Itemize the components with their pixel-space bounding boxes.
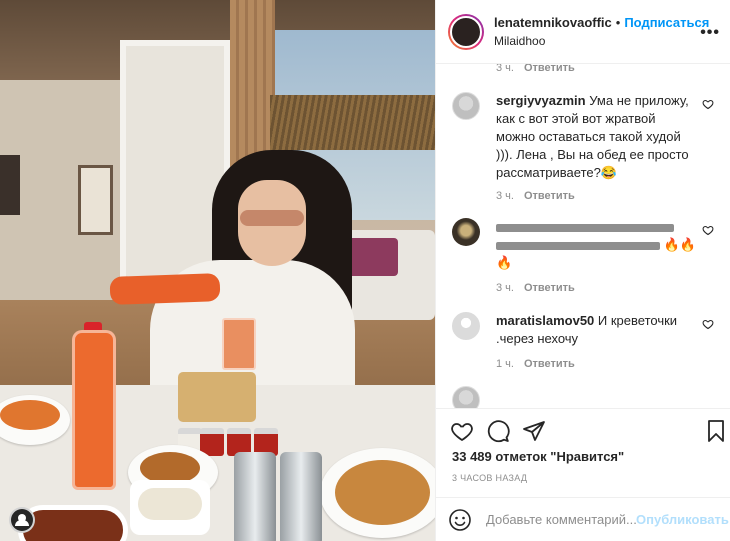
commenter-avatar[interactable] xyxy=(452,312,480,340)
comment-meta: 1 ч. Ответить xyxy=(496,358,714,370)
thatched-roof xyxy=(270,95,435,150)
follow-button[interactable]: Подписаться xyxy=(624,15,709,31)
juice-bottle xyxy=(72,330,116,490)
comment-time: 3 ч. xyxy=(496,190,514,202)
comment-item xyxy=(452,386,714,408)
post-timestamp: 3 ЧАСОВ НАЗАД xyxy=(452,473,528,483)
salt-shaker xyxy=(234,452,276,541)
comments-list[interactable]: 3 ч. Ответить sergiyvyazmin Ума не прило… xyxy=(436,64,730,408)
more-options-icon[interactable]: ••• xyxy=(700,24,720,42)
pillow xyxy=(348,238,398,276)
comment-meta: 3 ч. Ответить xyxy=(496,282,714,294)
shrimp-dish xyxy=(0,400,60,430)
like-comment-icon[interactable] xyxy=(702,318,714,330)
like-comment-icon[interactable] xyxy=(702,98,714,110)
location-link[interactable]: Milaidhoo xyxy=(494,33,709,49)
tagged-user-icon[interactable] xyxy=(9,507,35,533)
post-panel: lenatemnikovaoffic • Подписаться Milaidh… xyxy=(435,0,730,541)
commenter-avatar[interactable] xyxy=(452,92,480,120)
sandwich xyxy=(178,372,256,422)
bookmark-icon[interactable] xyxy=(704,419,728,443)
like-comment-icon[interactable] xyxy=(702,224,714,236)
rice xyxy=(138,488,202,520)
comment-body: sergiyvyazmin Ума не приложу, как с вот … xyxy=(496,92,696,182)
comment-composer: Опубликовать xyxy=(436,497,730,541)
chicken-dish xyxy=(335,460,430,525)
comment-time: 3 ч. xyxy=(496,64,514,74)
likes-count[interactable]: 33 489 отметок "Нравится" xyxy=(452,449,624,464)
pepper-shaker xyxy=(280,452,322,541)
juice-glass xyxy=(222,318,256,370)
like-icon[interactable] xyxy=(450,419,474,443)
pouring-bottle xyxy=(109,273,221,305)
action-bar xyxy=(436,408,730,448)
commenter-avatar[interactable] xyxy=(452,218,480,246)
commenter-username[interactable]: maratislamov50 xyxy=(496,313,594,328)
comment-item: sergiyvyazmin Ума не приложу, как с вот … xyxy=(452,92,714,182)
emoji-icon[interactable] xyxy=(448,508,472,532)
comment-input[interactable] xyxy=(486,512,636,527)
sunglasses xyxy=(240,210,304,226)
comment-body: 🔥🔥🔥 xyxy=(496,218,696,272)
comment-time: 3 ч. xyxy=(496,282,514,294)
separator-dot: • xyxy=(615,14,621,30)
comment-body: maratislamov50 И креветочки .через нехоч… xyxy=(496,312,696,348)
comment-meta: 3 ч. Ответить xyxy=(496,64,714,74)
comment-item: 🔥🔥🔥 xyxy=(452,218,714,272)
comment-icon[interactable] xyxy=(486,419,510,443)
commenter-username[interactable]: sergiyvyazmin xyxy=(496,93,586,108)
reply-button[interactable]: Ответить xyxy=(524,64,575,74)
comment-meta: 3 ч. Ответить xyxy=(496,190,714,202)
share-icon[interactable] xyxy=(522,419,546,443)
post-comment-button[interactable]: Опубликовать xyxy=(636,512,729,527)
wall-picture xyxy=(78,165,113,235)
censored-text xyxy=(496,223,674,232)
comment-time: 1 ч. xyxy=(496,358,514,370)
author-username[interactable]: lenatemnikovaoffic xyxy=(494,15,612,31)
commenter-avatar[interactable] xyxy=(452,386,480,408)
wall-frame xyxy=(0,155,20,215)
censored-text xyxy=(496,241,660,250)
reply-button[interactable]: Ответить xyxy=(524,282,575,294)
post-header: lenatemnikovaoffic • Подписаться Milaidh… xyxy=(436,0,730,64)
post-photo[interactable] xyxy=(0,0,435,541)
author-avatar[interactable] xyxy=(448,13,484,50)
reply-button[interactable]: Ответить xyxy=(524,190,575,202)
comment-item: maratislamov50 И креветочки .через нехоч… xyxy=(452,312,714,348)
reply-button[interactable]: Ответить xyxy=(524,358,575,370)
